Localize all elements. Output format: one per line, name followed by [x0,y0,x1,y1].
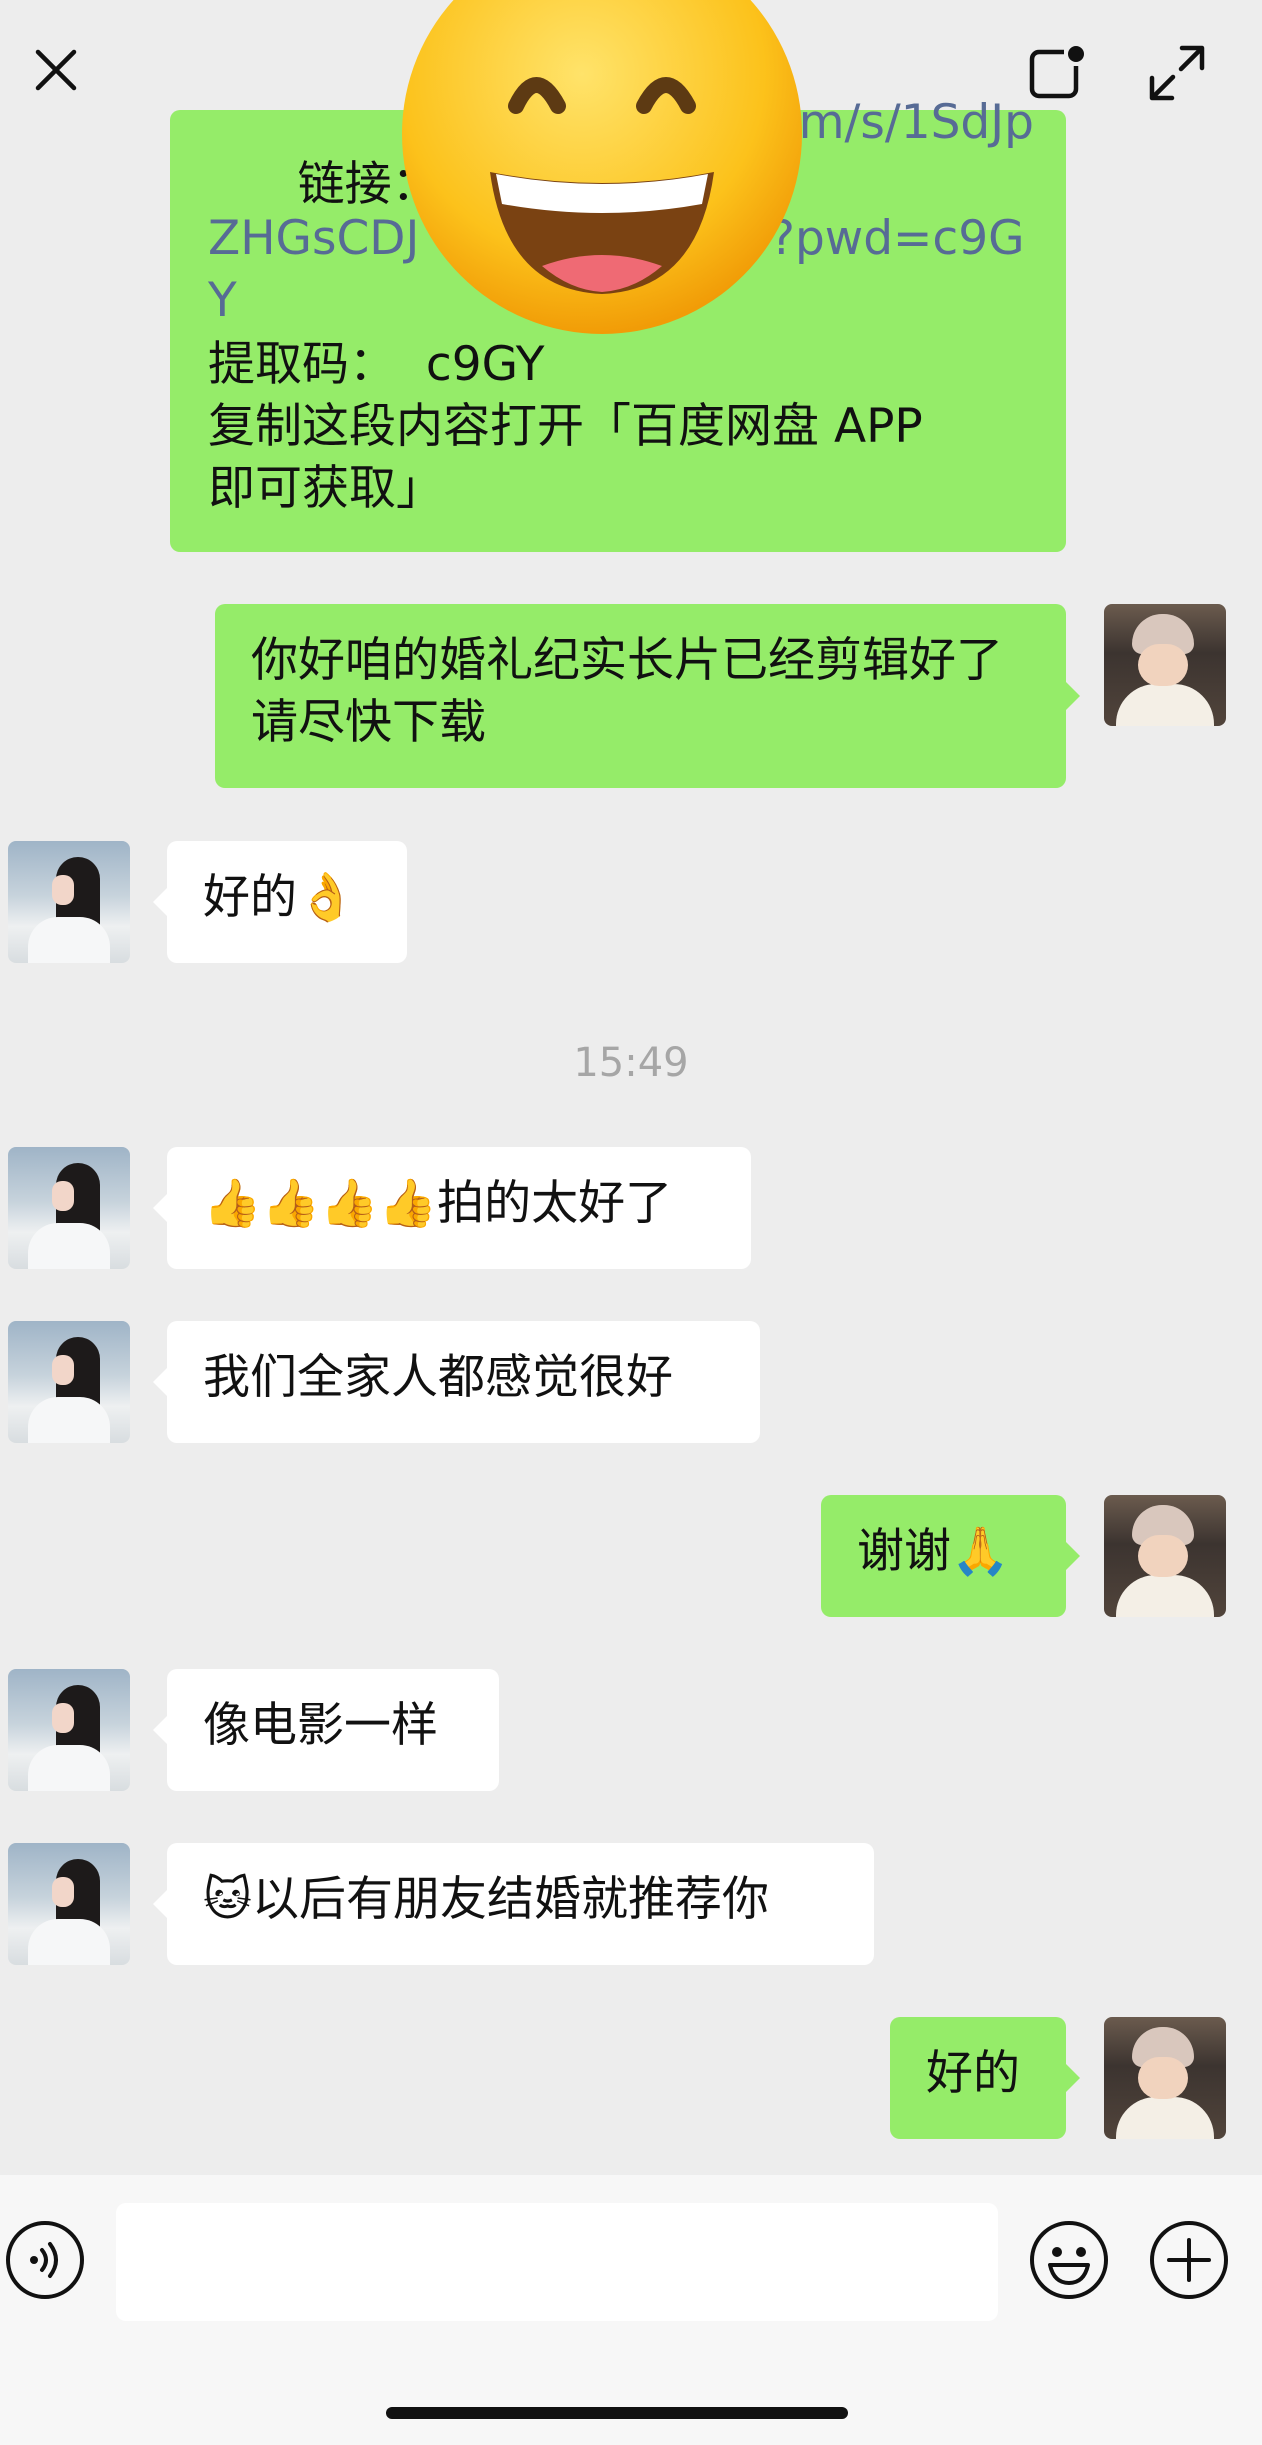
my-avatar[interactable] [1104,1495,1226,1617]
floating-window-icon[interactable] [1028,42,1088,102]
contact-avatar[interactable] [8,1843,130,1965]
message-input[interactable] [116,2203,998,2321]
instruction-line-2: 即可获取」 [208,461,443,516]
contact-avatar[interactable] [8,1147,130,1269]
chat-area[interactable]: 链接：http om/s/1SdJp ZHGsCDJ ?pwd=c9G Y 提取… [0,0,1262,2175]
contact-avatar[interactable] [8,1321,130,1443]
contact-avatar[interactable] [8,1669,130,1791]
my-avatar[interactable] [1104,604,1226,726]
message-bubble[interactable]: 你好咱的婚礼纪实长片已经剪辑好了请尽快下载 [215,604,1080,788]
emoji-icon[interactable] [1028,2219,1110,2301]
instruction-line-1: 复制这段内容打开「百度网盘 APP [208,399,923,454]
link-line-2[interactable]: ZHGsCDJ [208,208,419,270]
message-bubble[interactable]: 🐱以后有朋友结婚就推荐你 [153,1843,874,1965]
message-bubble[interactable]: 谢谢🙏 [821,1495,1080,1617]
message-bubble[interactable]: 好的 [890,2017,1080,2139]
close-icon[interactable] [32,46,80,94]
expand-icon[interactable] [1148,44,1206,102]
message-bubble[interactable]: 像电影一样 [153,1669,499,1791]
link-line-1-tail[interactable]: om/s/1SdJp [770,92,1034,154]
home-indicator[interactable] [386,2407,848,2419]
link-line-2-tail[interactable]: ?pwd=c9G [770,208,1025,270]
message-bubble[interactable]: 我们全家人都感觉很好 [153,1321,760,1443]
voice-icon[interactable] [4,2219,86,2301]
contact-avatar[interactable] [8,841,130,963]
timestamp: 15:49 [573,1040,689,1086]
plus-icon[interactable] [1148,2219,1230,2301]
grinning-face-emoji [402,0,802,334]
message-bubble[interactable]: 👍👍👍👍拍的太好了 [153,1147,751,1269]
input-bar [0,2175,1262,2445]
my-avatar[interactable] [1104,2017,1226,2139]
link-line-3[interactable]: Y [208,270,237,332]
message-bubble[interactable]: 好的👌 [153,841,407,963]
